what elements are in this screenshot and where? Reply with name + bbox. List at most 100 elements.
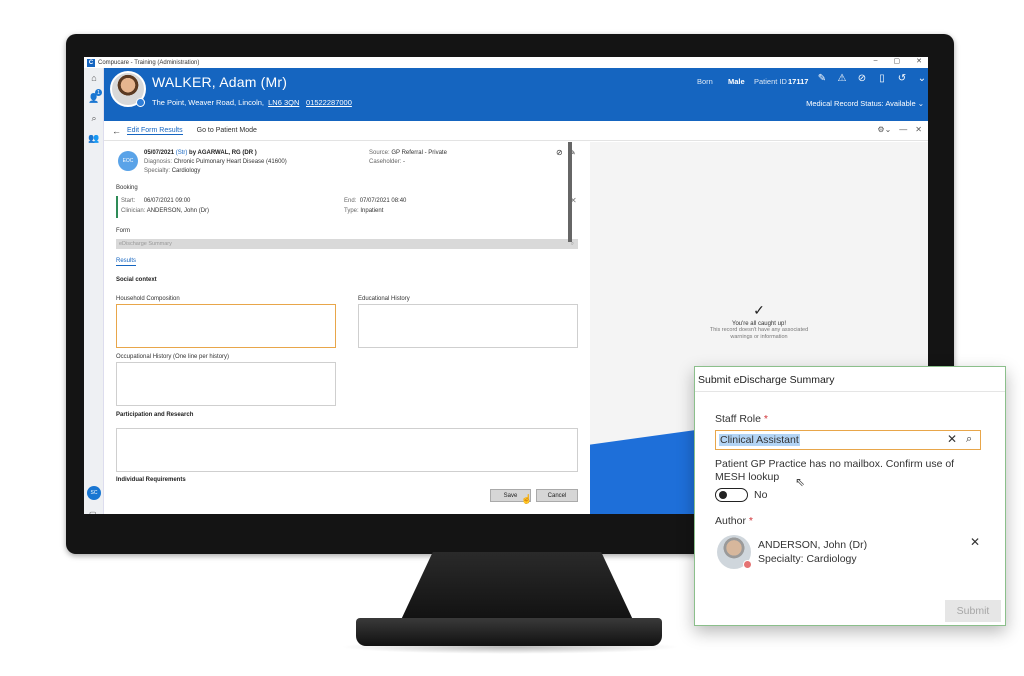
educational-history-field[interactable]: [358, 304, 578, 348]
patient-address: The Point, Weaver Road, Lincoln, LN6 3QN: [152, 98, 299, 107]
author-specialty: Specialty: Cardiology: [758, 553, 857, 565]
household-composition-field[interactable]: [116, 304, 336, 348]
mesh-toggle[interactable]: [715, 488, 748, 502]
minimize-pane-icon[interactable]: —: [899, 125, 907, 134]
eoc-badge: EOC: [118, 151, 138, 171]
clinician-label: Clinician:: [121, 208, 146, 214]
caseholder-line: Caseholder: -: [369, 159, 405, 165]
form-label: Form: [116, 228, 130, 234]
staff-role-input[interactable]: Clinical Assistant ✕ ⌕: [715, 430, 981, 450]
booking-type: Type: Inpatient: [344, 208, 383, 214]
author-required-marker: *: [748, 515, 753, 527]
home-icon[interactable]: ⌂: [84, 68, 104, 88]
staff-role-label-text: Staff Role: [715, 413, 761, 425]
chat-icon[interactable]: ▢: [89, 510, 97, 514]
end-value: 07/07/2021 08:40: [359, 198, 407, 204]
booking-start: Start: 06/07/2021 09:00: [121, 198, 190, 204]
phone-link[interactable]: 01522287000: [306, 98, 352, 107]
chevron-down-icon[interactable]: ⌄: [916, 73, 928, 84]
form-toolbar: ← Edit Form Results Go to Patient Mode ⚙…: [104, 121, 928, 141]
clear-icon[interactable]: ✕: [947, 432, 957, 446]
checkmark-icon: ✓: [753, 302, 765, 318]
individual-requirements-heading: Individual Requirements: [116, 477, 186, 483]
caseholder-value: -: [403, 159, 406, 165]
user-avatar[interactable]: SC: [87, 486, 101, 500]
patient-name: WALKER, Adam (Mr): [152, 74, 288, 90]
settings-icon[interactable]: ⚙⌄: [877, 125, 891, 134]
household-label: Household Composition: [116, 296, 180, 302]
paperclip-icon[interactable]: ⊘: [856, 73, 868, 84]
record-status[interactable]: Medical Record Status: Available ⌄: [806, 99, 924, 108]
form-select[interactable]: eDischarge Summary ⌕: [116, 239, 578, 249]
mesh-toggle-label: No: [754, 489, 768, 501]
required-marker: *: [763, 413, 768, 425]
start-value: 06/07/2021 09:00: [143, 198, 191, 204]
patient-icon[interactable]: 👤 1: [84, 88, 104, 108]
group-icon[interactable]: 👥: [84, 128, 104, 148]
attach-icon[interactable]: ⊘: [556, 148, 563, 157]
monitor-stand-base: [356, 618, 662, 646]
go-to-patient-mode-link[interactable]: Go to Patient Mode: [197, 127, 257, 134]
pencil-icon[interactable]: ✎: [816, 73, 828, 84]
booking-marker: [116, 196, 118, 218]
participation-research-field[interactable]: [116, 428, 578, 472]
history-icon[interactable]: ↺: [896, 73, 908, 84]
tab-results[interactable]: Results: [116, 258, 137, 266]
participation-heading: Participation and Research: [116, 412, 194, 418]
staff-role-label: Staff Role *: [715, 413, 768, 425]
patient-sex: Male: [728, 77, 745, 86]
close-pane-icon[interactable]: ✕: [915, 125, 922, 134]
search-icon[interactable]: ⌕: [84, 108, 104, 128]
app-title: Compucare - Training (Administration): [98, 59, 200, 66]
caseholder-label: Caseholder:: [369, 159, 402, 165]
referral-by: by AGARWAL, RG (DR: [189, 150, 254, 156]
start-label: Start:: [121, 198, 136, 204]
back-arrow-icon[interactable]: ←: [112, 126, 121, 136]
tab-edit-form-results[interactable]: Edit Form Results: [127, 127, 183, 135]
end-label: End:: [344, 198, 357, 204]
stage: C Compucare - Training (Administration) …: [0, 0, 1024, 676]
window-close-button[interactable]: ✕: [916, 57, 922, 65]
booking-heading: Booking: [116, 185, 138, 191]
search-icon[interactable]: ⌕: [966, 433, 972, 446]
mouse-pointer-icon: ⇖: [795, 475, 806, 489]
window-titlebar: C Compucare - Training (Administration) …: [84, 57, 928, 68]
minimize-button[interactable]: –: [874, 57, 878, 65]
caught-up-line-1: This record doesn't have any associated: [709, 327, 809, 333]
cancel-button[interactable]: Cancel: [536, 489, 578, 502]
occupational-label: Occupational History (One line per histo…: [116, 354, 230, 360]
remove-author-icon[interactable]: ✕: [970, 535, 980, 549]
clinician-value: ANDERSON, John (Dr): [146, 208, 210, 214]
warning-icon[interactable]: ⚠: [836, 73, 848, 84]
caught-up-message: ✓ You're all caught up! This record does…: [590, 302, 928, 341]
caught-up-line-2: warnings or information: [730, 334, 788, 340]
banner-actions: ✎ ⚠ ⊘ ▯ ↺ ⌄ ✕: [816, 73, 928, 84]
clipboard-icon[interactable]: ▯: [876, 73, 888, 84]
maximize-button[interactable]: ▢: [894, 57, 901, 65]
dialog-title: Submit eDischarge Summary: [698, 374, 835, 386]
hand-cursor-icon: ☝: [521, 494, 533, 504]
left-nav: ⌂ 👤 1 ⌕ 👥 SC ▢: [84, 68, 104, 514]
referral-str: (Str): [175, 150, 188, 156]
form-pane: EOC 05/07/2021 (Str) by AGARWAL, RG (DR …: [104, 142, 588, 514]
form-scrollbar[interactable]: [568, 142, 572, 242]
mesh-warning-text: Patient GP Practice has no mailbox. Conf…: [715, 458, 955, 483]
form-select-value: eDischarge Summary: [119, 241, 172, 247]
postcode-link[interactable]: LN6 3QN: [268, 98, 299, 107]
type-label: Type:: [344, 208, 359, 214]
monitor-stand-neck: [400, 552, 634, 622]
referral-line: 05/07/2021 (Str) by AGARWAL, RG (DR ): [144, 150, 257, 156]
educational-label: Educational History: [358, 296, 410, 302]
author-status-dot: [743, 560, 752, 569]
submit-ediscahrge-dialog: Submit eDischarge Summary Staff Role * C…: [694, 366, 1006, 626]
specialty-label: Specialty:: [144, 168, 171, 174]
submit-button[interactable]: Submit: [945, 600, 1001, 622]
source-label: Source:: [369, 150, 390, 156]
source-value: GP Referral - Private: [391, 150, 447, 156]
patient-id-label: Patient ID: [754, 77, 787, 86]
toggle-knob: [719, 491, 727, 499]
author-name: ANDERSON, John (Dr): [758, 539, 868, 551]
born-label: Born: [697, 77, 713, 86]
occupational-history-field[interactable]: [116, 362, 336, 406]
referral-close: ): [254, 150, 257, 156]
